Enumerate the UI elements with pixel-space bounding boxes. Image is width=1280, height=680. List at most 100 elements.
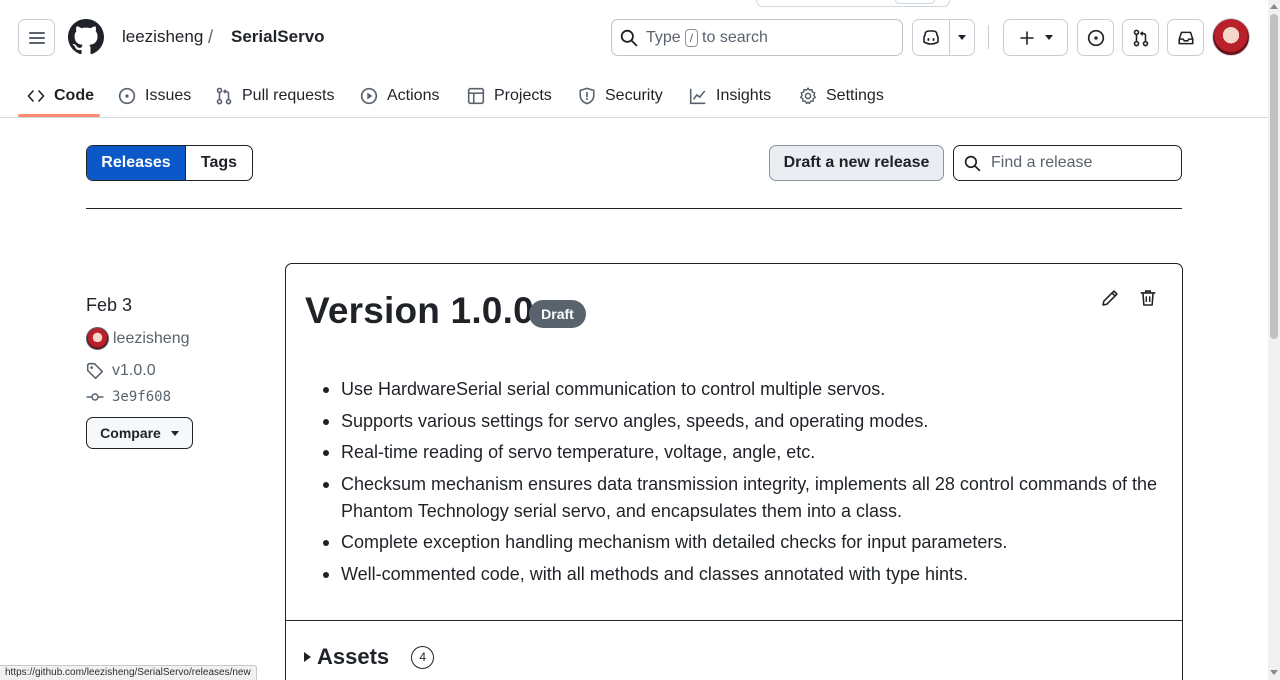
copilot-icon	[923, 29, 939, 45]
assets-label: Assets	[317, 644, 390, 669]
tab-code[interactable]: Code	[27, 74, 94, 118]
play-icon	[360, 87, 378, 105]
user-avatar[interactable]	[1212, 18, 1250, 56]
search-icon	[964, 155, 981, 171]
delete-release-button[interactable]	[1136, 286, 1160, 310]
tab-security[interactable]: Security	[578, 74, 663, 118]
git-pull-request-icon	[1133, 29, 1148, 46]
tab-settings-label: Settings	[826, 87, 884, 104]
graph-icon	[689, 88, 706, 105]
tab-security-label: Security	[605, 87, 663, 104]
active-tab-indicator	[18, 114, 100, 117]
release-note-item: Well-commented code, with all methods an…	[323, 561, 1163, 588]
git-pull-request-icon	[216, 87, 232, 105]
top-row: leezisheng / SerialServo Type / to searc…	[0, 0, 1268, 74]
header-divider	[988, 25, 989, 49]
your-issues-button[interactable]	[1077, 19, 1114, 56]
author-name[interactable]: leezisheng	[113, 330, 190, 348]
release-note-item: Complete exception handling mechanism wi…	[323, 529, 1163, 556]
release-notes: Use HardwareSerial serial communication …	[323, 376, 1163, 592]
scroll-down-arrow-icon[interactable]	[1270, 670, 1278, 675]
search-input[interactable]: Type / to search	[611, 19, 903, 56]
tag-name[interactable]: v1.0.0	[112, 362, 156, 380]
triangle-right-icon	[304, 652, 311, 662]
repo-tabs: Code Issues Pull requests Actions Projec…	[0, 74, 1268, 118]
trash-icon	[1140, 290, 1156, 306]
tab-settings[interactable]: Settings	[799, 74, 884, 118]
inbox-icon	[1177, 31, 1194, 44]
issue-opened-icon	[118, 87, 136, 105]
breadcrumb-owner[interactable]: leezisheng	[122, 27, 203, 47]
tab-insights[interactable]: Insights	[689, 74, 771, 118]
releases-tab[interactable]: Releases	[87, 146, 185, 180]
tab-projects[interactable]: Projects	[467, 74, 552, 118]
status-bar-url: https://github.com/leezisheng/SerialServ…	[0, 665, 257, 680]
pencil-icon	[1102, 290, 1118, 306]
tab-projects-label: Projects	[494, 87, 552, 104]
tab-pull-requests[interactable]: Pull requests	[215, 74, 335, 118]
gear-icon	[799, 87, 817, 105]
release-note-item: Supports various settings for servo angl…	[323, 408, 1163, 435]
draft-new-release-button[interactable]: Draft a new release	[769, 145, 944, 181]
chevron-down-icon	[1044, 35, 1053, 40]
release-tag[interactable]: v1.0.0	[86, 362, 156, 380]
tab-issues-label: Issues	[145, 87, 192, 104]
tab-code-label: Code	[54, 87, 94, 104]
release-note-item: Use HardwareSerial serial communication …	[323, 376, 1163, 403]
page-scrollbar[interactable]	[1268, 0, 1280, 680]
compare-label: Compare	[100, 425, 161, 441]
assets-toggle[interactable]: Assets 4	[304, 644, 435, 670]
tag-icon	[86, 362, 104, 380]
chevron-down-icon	[957, 35, 966, 40]
create-new-button[interactable]	[1003, 19, 1068, 56]
repo-header: leezisheng / SerialServo Type / to searc…	[0, 0, 1268, 118]
issue-opened-icon	[1087, 29, 1104, 46]
scroll-up-arrow-icon[interactable]	[1270, 4, 1278, 9]
menu-button[interactable]	[18, 19, 55, 56]
tab-issues[interactable]: Issues	[118, 74, 191, 118]
release-note-item: Real-time reading of servo temperature, …	[323, 439, 1163, 466]
inbox-button[interactable]	[1167, 19, 1204, 56]
code-icon	[27, 90, 45, 102]
author-avatar[interactable]	[86, 327, 109, 350]
compare-button[interactable]: Compare	[86, 417, 193, 449]
release-note-item: Checksum mechanism ensures data transmis…	[323, 471, 1163, 525]
card-divider	[286, 620, 1182, 621]
commit-sha[interactable]: 3e9f608	[112, 389, 171, 405]
copilot-button[interactable]	[913, 20, 949, 55]
table-icon	[467, 87, 485, 105]
release-commit[interactable]: 3e9f608	[86, 389, 171, 405]
your-pull-requests-button[interactable]	[1122, 19, 1159, 56]
hamburger-icon	[28, 31, 45, 44]
copilot-dropdown-button[interactable]	[948, 20, 974, 55]
draft-badge: Draft	[529, 300, 586, 328]
release-date: Feb 3	[86, 295, 133, 315]
tab-pull-requests-label: Pull requests	[242, 87, 335, 104]
edit-release-button[interactable]	[1098, 286, 1122, 310]
git-commit-icon	[86, 393, 104, 401]
search-icon	[620, 29, 638, 46]
chevron-down-icon	[170, 430, 179, 436]
copilot-button-group	[912, 19, 975, 56]
search-prefix: Type	[646, 28, 681, 46]
shield-icon	[579, 87, 595, 105]
github-logo-icon[interactable]	[68, 19, 104, 55]
search-suffix: to search	[702, 28, 768, 46]
assets-count-badge: 4	[411, 645, 435, 669]
releases-tags-toggle: Releases Tags	[86, 145, 253, 181]
release-card: Version 1.0.0 Draft Use HardwareSerial s…	[285, 263, 1183, 680]
find-release-input[interactable]: Find a release	[953, 145, 1182, 181]
tags-tab[interactable]: Tags	[185, 146, 252, 180]
tab-actions[interactable]: Actions	[360, 74, 439, 118]
release-author[interactable]: leezisheng	[86, 327, 190, 350]
search-shortcut-key: /	[684, 28, 699, 47]
plus-icon	[1019, 30, 1034, 45]
release-title: Version 1.0.0	[305, 290, 534, 331]
breadcrumb-separator: /	[208, 27, 214, 47]
tab-insights-label: Insights	[716, 87, 772, 104]
divider	[86, 208, 1182, 209]
tab-actions-label: Actions	[387, 87, 440, 104]
scrollbar-thumb[interactable]	[1270, 14, 1278, 339]
breadcrumb-repo[interactable]: SerialServo	[231, 27, 325, 47]
find-release-placeholder: Find a release	[991, 154, 1093, 171]
